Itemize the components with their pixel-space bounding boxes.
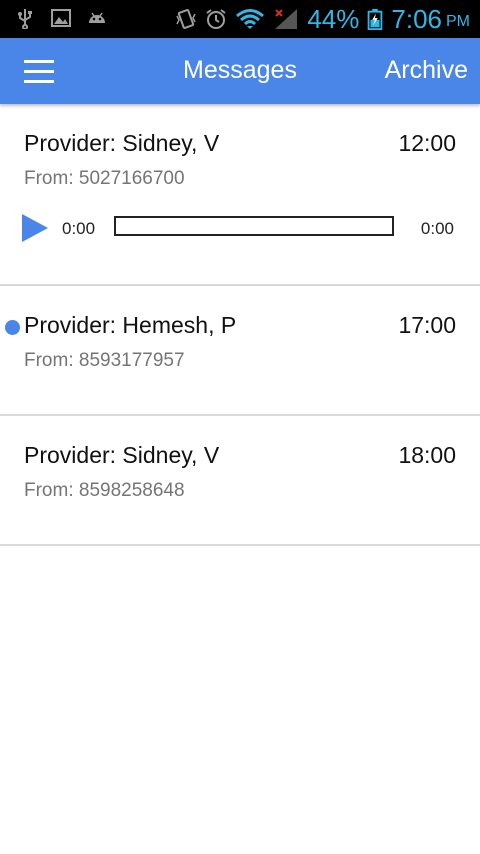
- unread-indicator: [5, 320, 20, 335]
- menu-icon-line: [24, 80, 54, 83]
- message-from: From: 5027166700: [24, 168, 185, 189]
- image-icon: [51, 9, 71, 27]
- archive-button[interactable]: Archive: [385, 56, 468, 85]
- wifi-icon: [236, 9, 265, 29]
- message-time: 12:00: [398, 130, 456, 156]
- message-item[interactable]: Provider: Sidney, V 18:00 From: 85982586…: [0, 416, 480, 546]
- android-icon: [89, 12, 105, 23]
- app-bar: Messages Archive: [0, 38, 480, 104]
- usb-icon: [18, 9, 32, 29]
- message-from: From: 8593177957: [24, 350, 185, 371]
- message-item[interactable]: Provider: Hemesh, P 17:00 From: 85931779…: [0, 286, 480, 416]
- message-item[interactable]: Provider: Sidney, V 12:00 From: 50271667…: [0, 104, 480, 286]
- battery-icon: [368, 8, 383, 30]
- message-provider: Provider: Sidney, V: [24, 130, 220, 156]
- audio-current-time: 0:00: [62, 219, 96, 238]
- clock-ampm: PM: [446, 13, 470, 30]
- battery-percent: 44%: [307, 3, 360, 34]
- message-provider: Provider: Hemesh, P: [24, 312, 237, 338]
- audio-duration: 0:00: [420, 219, 454, 238]
- status-bar-left: [14, 7, 108, 29]
- play-icon[interactable]: [22, 214, 48, 242]
- audio-player: 0:00 0:00: [20, 212, 460, 244]
- menu-button[interactable]: [20, 58, 56, 86]
- menu-icon-line: [24, 60, 54, 63]
- audio-progress-bar[interactable]: [114, 216, 394, 236]
- vibrate-icon: [176, 9, 197, 29]
- message-time: 18:00: [398, 442, 456, 468]
- message-from: From: 8598258648: [24, 480, 185, 501]
- alarm-icon: [206, 9, 226, 29]
- status-bar: 44% 7:06 PM: [0, 0, 480, 38]
- message-list: Provider: Sidney, V 12:00 From: 50271667…: [0, 104, 480, 546]
- signal-icon: [275, 9, 298, 29]
- status-bar-right: 44% 7:06 PM: [175, 0, 470, 38]
- menu-icon-line: [24, 70, 54, 73]
- message-provider: Provider: Sidney, V: [24, 442, 220, 468]
- message-time: 17:00: [398, 312, 456, 338]
- clock-time: 7:06: [391, 3, 442, 34]
